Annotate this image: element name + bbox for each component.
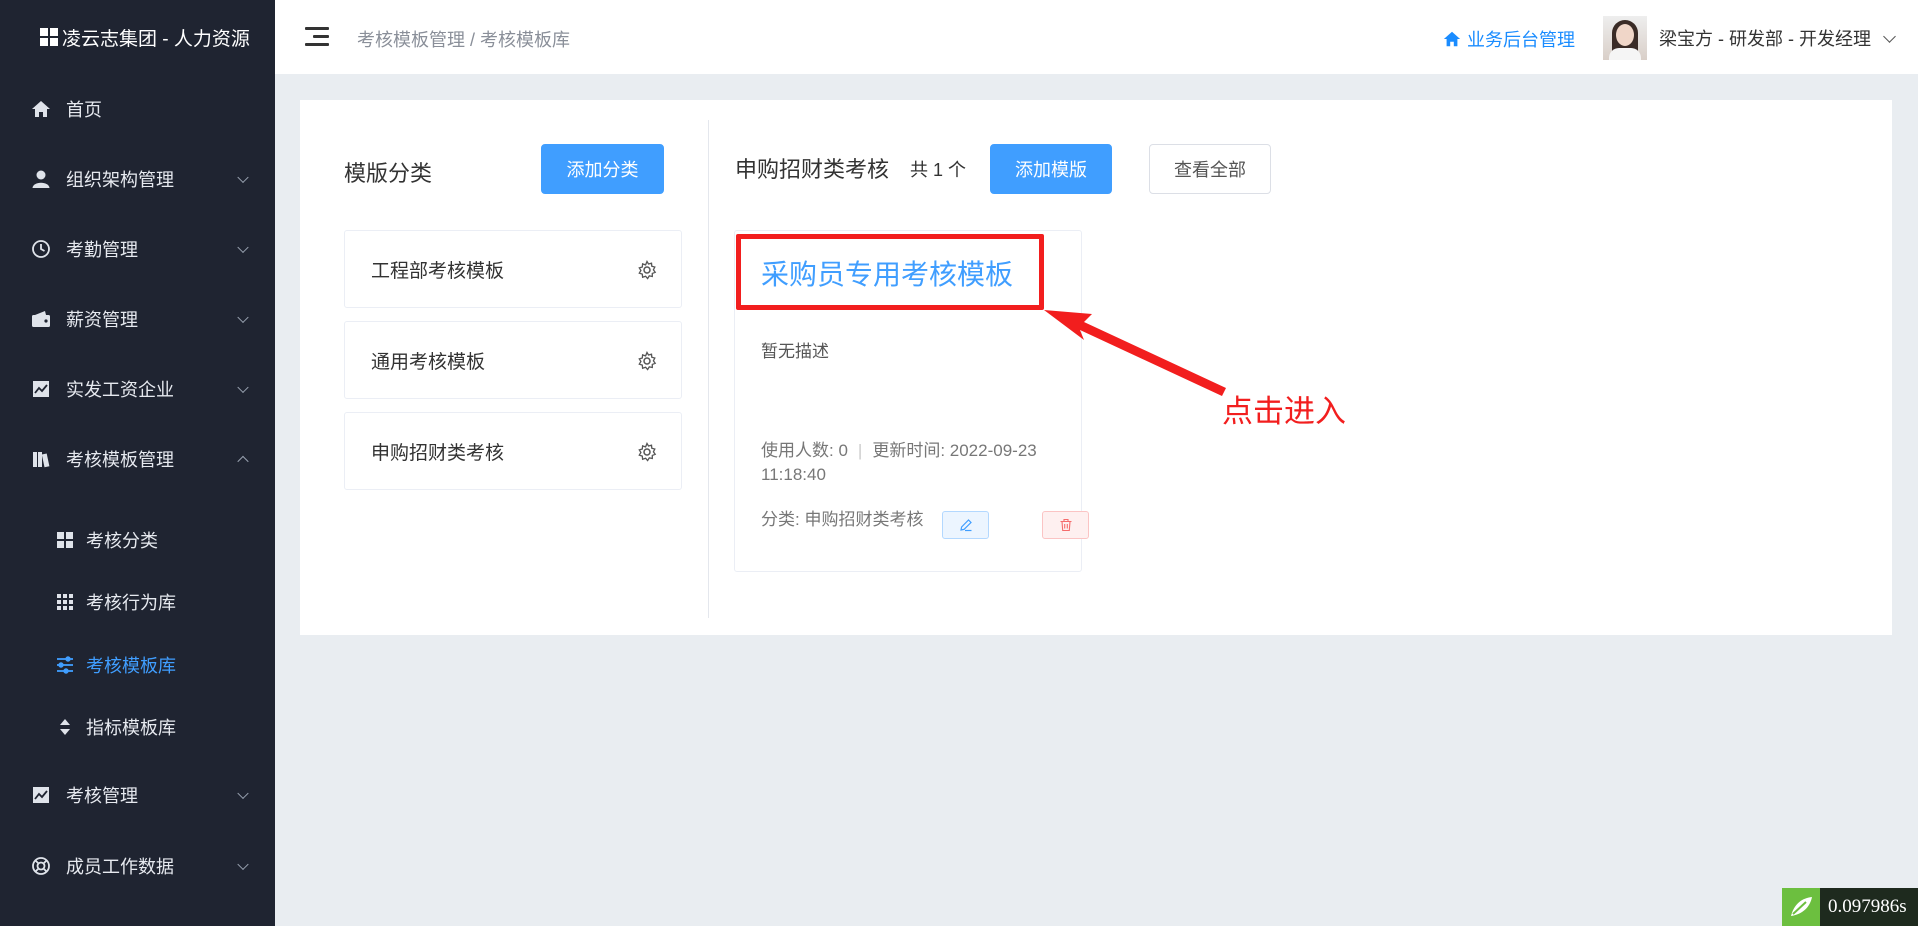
annotation-text: 点击进入 [1222, 394, 1346, 429]
app-title: 凌云志集团 - 人力资源 [62, 28, 250, 50]
clock-icon [30, 238, 52, 260]
template-card-category: 分类: 申购招财类考核 [761, 510, 924, 529]
chevron-up-icon [237, 455, 249, 468]
sidebar-subitem-category[interactable]: 考核分类 [0, 512, 275, 568]
sidebar-item-salary[interactable]: 薪资管理 [0, 289, 275, 349]
sidebar-item-label: 实发工资企业 [66, 380, 174, 400]
sidebar-item-label: 考核模板管理 [66, 450, 174, 470]
user-menu[interactable]: 梁宝方 - 研发部 - 开发经理 [1603, 16, 1896, 60]
sidebar-subitem-label: 指标模板库 [86, 718, 176, 738]
gear-icon[interactable] [637, 351, 657, 371]
sidebar: 凌云志集团 - 人力资源 首页 组织架构管理 考勤管理 薪资管理 实发工资企业 [0, 0, 275, 926]
breadcrumb: 考核模板管理 / 考核模板库 [357, 30, 571, 50]
sidebar-item-label: 薪资管理 [66, 310, 138, 330]
category-label: 工程部考核模板 [371, 260, 505, 282]
add-category-button[interactable]: 添加分类 [541, 144, 664, 194]
chevron-down-icon [237, 311, 249, 324]
category-item[interactable]: 工程部考核模板 [344, 230, 682, 308]
sidebar-item-member-data[interactable]: 成员工作数据 [0, 836, 275, 896]
sidebar-item-label: 首页 [66, 100, 102, 120]
sidebar-subitem-indicator[interactable]: 指标模板库 [0, 699, 275, 755]
category-section-title: 模版分类 [344, 161, 433, 186]
sidebar-item-label: 考核管理 [66, 786, 138, 806]
category-item[interactable]: 通用考核模板 [344, 321, 682, 399]
pencil-icon [959, 519, 972, 532]
template-card-description: 暂无描述 [761, 342, 829, 361]
add-template-button[interactable]: 添加模版 [990, 144, 1112, 194]
sidebar-subitem-label: 考核模板库 [86, 656, 176, 676]
sidebar-subitem-behavior[interactable]: 考核行为库 [0, 574, 275, 630]
sidebar-subitem-template-library[interactable]: 考核模板库 [0, 637, 275, 693]
timing-badge: 0.097986s [1782, 888, 1918, 926]
sidebar-item-label: 组织架构管理 [66, 170, 174, 190]
wallet-icon [30, 308, 52, 330]
chart-line-icon [30, 784, 52, 806]
sliders-icon [56, 656, 74, 674]
sidebar-item-label: 考勤管理 [66, 240, 138, 260]
template-card-meta: 使用人数: 0 | 更新时间: 2022-09-23 11:18:40 [761, 441, 1037, 484]
annotation-arrow-icon [1044, 310, 1226, 396]
category-label: 申购招财类考核 [371, 442, 505, 464]
user-icon [30, 168, 52, 190]
gear-icon[interactable] [637, 442, 657, 462]
menu-toggle-icon[interactable] [305, 27, 329, 47]
sidebar-item-assessment[interactable]: 考核管理 [0, 765, 275, 825]
home-icon [30, 98, 52, 120]
sidebar-subitem-label: 考核分类 [86, 531, 158, 551]
sidebar-item-payroll[interactable]: 实发工资企业 [0, 359, 275, 419]
business-admin-label: 业务后台管理 [1467, 30, 1575, 50]
top-header: 考核模板管理 / 考核模板库 业务后台管理 梁宝方 - 研发部 - 开发经理 [275, 0, 1918, 74]
vertical-divider [708, 120, 709, 618]
chevron-down-icon [237, 858, 249, 871]
logo-grid-icon [40, 28, 58, 46]
timing-value: 0.097986s [1828, 896, 1907, 917]
app-logo[interactable]: 凌云志集团 - 人力资源 [0, 0, 275, 74]
lifebuoy-icon [30, 855, 52, 877]
template-list-title: 申购招财类考核 [735, 157, 890, 182]
category-label: 通用考核模板 [371, 351, 486, 373]
chevron-down-icon [237, 171, 249, 184]
leaf-logo-icon [1782, 888, 1820, 926]
sidebar-subitem-label: 考核行为库 [86, 593, 176, 613]
sidebar-item-org[interactable]: 组织架构管理 [0, 149, 275, 209]
category-item[interactable]: 申购招财类考核 [344, 412, 682, 490]
sort-icon [56, 718, 74, 736]
chart-line-icon [30, 378, 52, 400]
avatar [1603, 16, 1647, 60]
chevron-down-icon [237, 241, 249, 254]
chevron-down-icon [237, 787, 249, 800]
home-icon [1443, 31, 1461, 47]
book-icon [30, 448, 52, 470]
sidebar-item-home[interactable]: 首页 [0, 79, 275, 139]
chevron-down-icon [1883, 29, 1896, 43]
sidebar-item-label: 成员工作数据 [66, 857, 174, 877]
view-all-button[interactable]: 查看全部 [1149, 144, 1271, 194]
grid-9-icon [56, 593, 74, 611]
gear-icon[interactable] [637, 260, 657, 280]
business-admin-link[interactable]: 业务后台管理 [1443, 26, 1575, 52]
template-users-count: 使用人数: 0 [761, 441, 848, 460]
chevron-down-icon [237, 381, 249, 394]
edit-template-button[interactable] [942, 511, 989, 539]
template-count: 共 1 个 [910, 160, 967, 180]
template-card-title[interactable]: 采购员专用考核模板 [761, 253, 1013, 293]
delete-template-button[interactable] [1042, 511, 1089, 539]
sidebar-item-template-mgmt[interactable]: 考核模板管理 [0, 429, 275, 489]
trash-icon [1060, 518, 1071, 532]
template-card: 采购员专用考核模板 暂无描述 使用人数: 0 | 更新时间: 2022-09-23 … [734, 230, 1089, 572]
user-name: 梁宝方 - 研发部 - 开发经理 [1659, 29, 1871, 49]
sidebar-item-attendance[interactable]: 考勤管理 [0, 219, 275, 279]
grid-4-icon [56, 531, 74, 549]
